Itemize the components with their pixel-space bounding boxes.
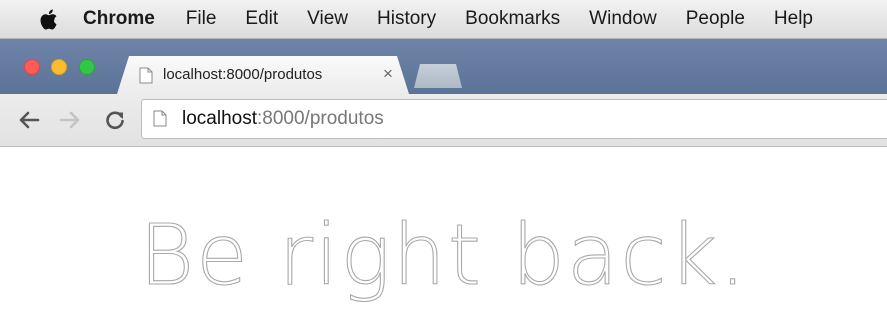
address-bar[interactable]: localhost:8000/produtos <box>141 99 887 139</box>
menu-edit[interactable]: Edit <box>245 8 278 30</box>
menu-file[interactable]: File <box>186 8 217 30</box>
browser-toolbar: localhost:8000/produtos <box>0 94 887 147</box>
menu-help[interactable]: Help <box>774 8 813 30</box>
page-icon <box>153 110 167 132</box>
menu-bookmarks[interactable]: Bookmarks <box>465 8 560 30</box>
url-path: :8000/produtos <box>257 108 384 129</box>
minimize-window-button[interactable] <box>51 59 67 75</box>
tab-active[interactable]: localhost:8000/produtos × <box>117 56 409 94</box>
tab-title: localhost:8000/produtos <box>163 66 323 83</box>
url-host: localhost <box>182 108 257 129</box>
page-icon <box>139 67 153 89</box>
back-arrow-icon[interactable] <box>17 108 41 132</box>
new-tab-button[interactable] <box>414 64 462 88</box>
menu-window[interactable]: Window <box>589 8 657 30</box>
menu-history[interactable]: History <box>377 8 436 30</box>
close-window-button[interactable] <box>24 59 40 75</box>
tab-strip: localhost:8000/produtos × <box>0 39 887 94</box>
macos-menu-bar: Chrome File Edit View History Bookmarks … <box>0 0 887 39</box>
forward-arrow-icon[interactable] <box>58 108 82 132</box>
apple-logo-icon[interactable] <box>35 8 61 31</box>
menu-app-chrome[interactable]: Chrome <box>83 8 155 30</box>
zoom-window-button[interactable] <box>79 59 95 75</box>
tab-close-icon[interactable]: × <box>383 64 393 84</box>
menu-view[interactable]: View <box>307 8 348 30</box>
page-headline: Be right back. <box>139 206 748 304</box>
page-content: Be right back. <box>0 147 887 327</box>
url-text[interactable]: localhost:8000/produtos <box>182 108 384 130</box>
menu-people[interactable]: People <box>686 8 745 30</box>
reload-icon[interactable] <box>103 108 127 132</box>
